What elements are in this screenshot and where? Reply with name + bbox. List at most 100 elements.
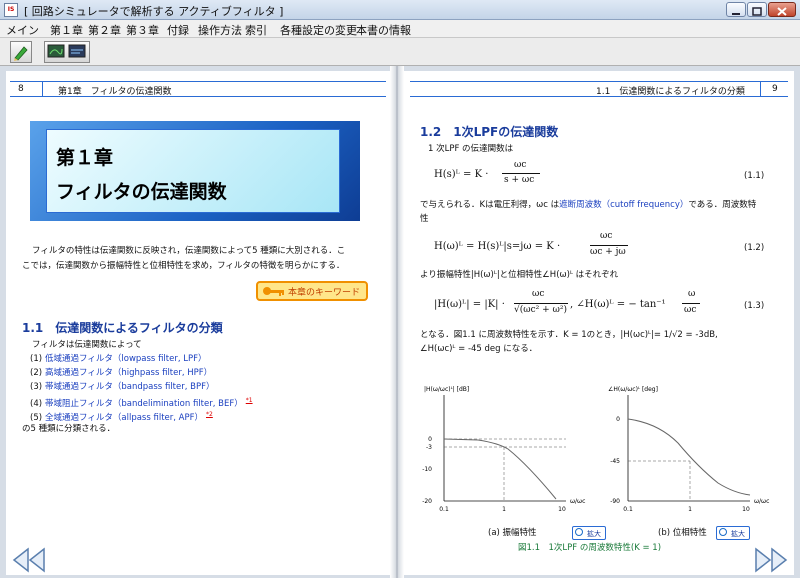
previous-page-button[interactable]: [10, 545, 50, 575]
phase-curve: [627, 418, 751, 496]
filter-type-link[interactable]: 帯域通過フィルタ: [45, 382, 113, 392]
x-tick-label: 1: [688, 506, 692, 513]
menu-appendix[interactable]: 付録: [167, 22, 189, 38]
amplitude-x-label: ω/ωc: [570, 498, 585, 505]
book-view: 8 第1章 フィルタの伝達関数 第１章 フィルタの伝達関数 フィルタの特性は伝達…: [0, 66, 800, 578]
menu-about[interactable]: 本書の情報: [356, 22, 411, 38]
header-divider: [760, 82, 761, 96]
eq-numerator: ωc: [600, 231, 613, 241]
window-title: [ 回路シミュレータで解析する アクティブフィルタ ]: [24, 5, 284, 18]
figure-caption: 図1.1 1次LPF の周波数特性(K = 1): [518, 543, 662, 553]
header-title: 第1章 フィルタの伝達関数: [58, 87, 172, 97]
phase-caption: (b) 位相特性: [658, 528, 707, 538]
fraction-bar: [502, 173, 540, 174]
body-line-1: 1 次LPF の伝達関数は: [428, 144, 514, 154]
filter-english-name: （allpass filter, APF）: [112, 412, 203, 423]
app-icon: IS: [4, 3, 18, 17]
magnifier-icon: [575, 528, 583, 536]
y-tick-label: -90: [610, 498, 620, 505]
fraction-bar: [682, 303, 700, 304]
filter-english-name: （bandpass filter, BPF）: [112, 382, 215, 392]
equation-number: (1.1): [744, 171, 765, 181]
menu-settings[interactable]: 各種設定の変更: [280, 22, 357, 38]
menu-chapter2[interactable]: 第２章: [88, 22, 121, 38]
list-item-number: (5): [30, 412, 43, 423]
next-page-button[interactable]: [750, 545, 790, 575]
y-tick-label: -20: [422, 498, 432, 505]
chapter-keyword-button[interactable]: 本章のキーワード: [256, 281, 368, 301]
body-line-6: ∠H(ωc)ᴸ = -45 deg になる．: [420, 344, 538, 354]
body-text: である．周波数特: [688, 200, 757, 210]
y-tick-label: -45: [610, 458, 620, 465]
list-item-number: (4): [30, 398, 43, 409]
filter-type-link[interactable]: 低域通過フィルタ: [45, 354, 113, 364]
page-number: 8: [18, 84, 24, 94]
maximize-button[interactable]: [747, 2, 767, 17]
eq-middle: , ∠H(ω)ᴸ = − tan⁻¹: [570, 299, 666, 310]
body-line-5: となる．図1.1 に周波数特性を示す．K = 1のとき，|H(ωc)ᴸ|= 1/…: [420, 330, 718, 340]
menu-bar: メイン 第１章 第２章 第３章 付録 操作方法 索引 各種設定の変更 本書の情報: [0, 20, 800, 38]
eq-denominator: s + ωc: [504, 175, 535, 185]
list-item-number: (3): [30, 382, 43, 392]
y-tick-label: 0: [616, 416, 620, 423]
eq-numerator-2: ω: [688, 289, 696, 299]
filter-list-item: (4) 帯域阻止フィルタ（bandelimination filter, BEF）…: [30, 395, 253, 410]
footnote-link[interactable]: *1: [246, 397, 253, 404]
filter-type-link[interactable]: 全域通過フィルタ: [45, 413, 113, 423]
body-line-2: で与えられる．Kは電圧利得，ωc は遮断周波数（cutoff frequency…: [420, 199, 756, 211]
body-line-3: 性: [420, 214, 429, 224]
y-tick-label: -3: [426, 444, 432, 451]
menu-chapter3[interactable]: 第３章: [126, 22, 159, 38]
list-outro: の5 種類に分類される．: [22, 424, 116, 434]
menu-index[interactable]: 索引: [245, 22, 267, 38]
eq-lhs: H(s)ᴸ = K ·: [434, 169, 489, 180]
y-tick-label: -10: [422, 466, 432, 473]
list-item-number: (2): [30, 368, 43, 378]
menu-how-to-use[interactable]: 操作方法: [198, 22, 242, 38]
keyword-button-label: 本章のキーワード: [288, 288, 361, 298]
list-item-number: (1): [30, 354, 43, 364]
zoom-label: 拡大: [587, 530, 601, 538]
monitor-button[interactable]: [44, 41, 90, 63]
eq-lhs: H(ω)ᴸ = H(s)ᴸ|s=jω = K ·: [434, 241, 561, 252]
intro-line-2: こでは，伝達関数から振幅特性と位相特性を求め，フィルタの特徴を明らかにする．: [22, 261, 345, 271]
header-divider: [42, 82, 43, 96]
equation-number: (1.3): [744, 301, 765, 311]
cutoff-frequency-link[interactable]: 遮断周波数（cutoff frequency）: [559, 200, 688, 210]
left-page-header: 8 第1章 フィルタの伝達関数: [10, 81, 386, 97]
filter-type-link[interactable]: 高域通過フィルタ: [45, 368, 113, 378]
eq-numerator: ωc: [532, 289, 545, 299]
close-button[interactable]: [768, 2, 796, 17]
filter-list-item: (1) 低域通過フィルタ（lowpass filter, LPF）: [30, 353, 207, 365]
chapter-number: 第１章: [56, 147, 114, 169]
zoom-phase-button[interactable]: 拡大: [716, 526, 750, 540]
section-heading: 1.1 伝達関数によるフィルタの分類: [22, 321, 223, 335]
eq-lhs: |H(ω)ᴸ| = |K| ·: [434, 299, 505, 310]
zoom-amplitude-button[interactable]: 拡大: [572, 526, 606, 540]
right-page: 1.1 伝達関数によるフィルタの分類 9 1.2 1次LPFの伝達関数 1 次L…: [404, 71, 794, 575]
minimize-icon: [732, 13, 740, 15]
footnote-link[interactable]: *2: [206, 411, 213, 418]
amplitude-curve: [443, 438, 557, 500]
header-title: 1.1 伝達関数によるフィルタの分類: [596, 87, 745, 97]
menu-main[interactable]: メイン: [6, 22, 39, 38]
toolbar: [0, 38, 800, 66]
filter-type-link[interactable]: 帯域阻止フィルタ: [45, 399, 113, 409]
fraction-bar: [590, 245, 628, 246]
right-page-header: 1.1 伝達関数によるフィルタの分類 9: [410, 81, 788, 97]
amplitude-y-label: |H(ω/ωc)ᴸ| [dB]: [424, 386, 469, 393]
menu-chapter1[interactable]: 第１章: [50, 22, 83, 38]
filter-list-item: (5) 全域通過フィルタ（allpass filter, APF） *2: [30, 409, 213, 424]
chapter-title: フィルタの伝達関数: [56, 181, 227, 203]
pen-tool-button[interactable]: [10, 41, 32, 63]
frequency-response-figure: |H(ω/ωc)ᴸ| [dB] 0 -3 -10 -20 0.1 1 10 ω/…: [422, 386, 769, 513]
x-tick-label: 1: [502, 506, 506, 513]
eq-denominator: ωc + jω: [590, 247, 626, 257]
key-icon: [263, 287, 284, 296]
zoom-label: 拡大: [731, 530, 745, 538]
x-tick-label: 10: [558, 506, 566, 513]
fraction-bar: [514, 303, 568, 304]
minimize-button[interactable]: [726, 2, 746, 17]
amplitude-graph: |H(ω/ωc)ᴸ| [dB] 0 -3 -10 -20 0.1 1 10 ω/…: [422, 386, 585, 513]
maximize-icon: [752, 7, 762, 16]
